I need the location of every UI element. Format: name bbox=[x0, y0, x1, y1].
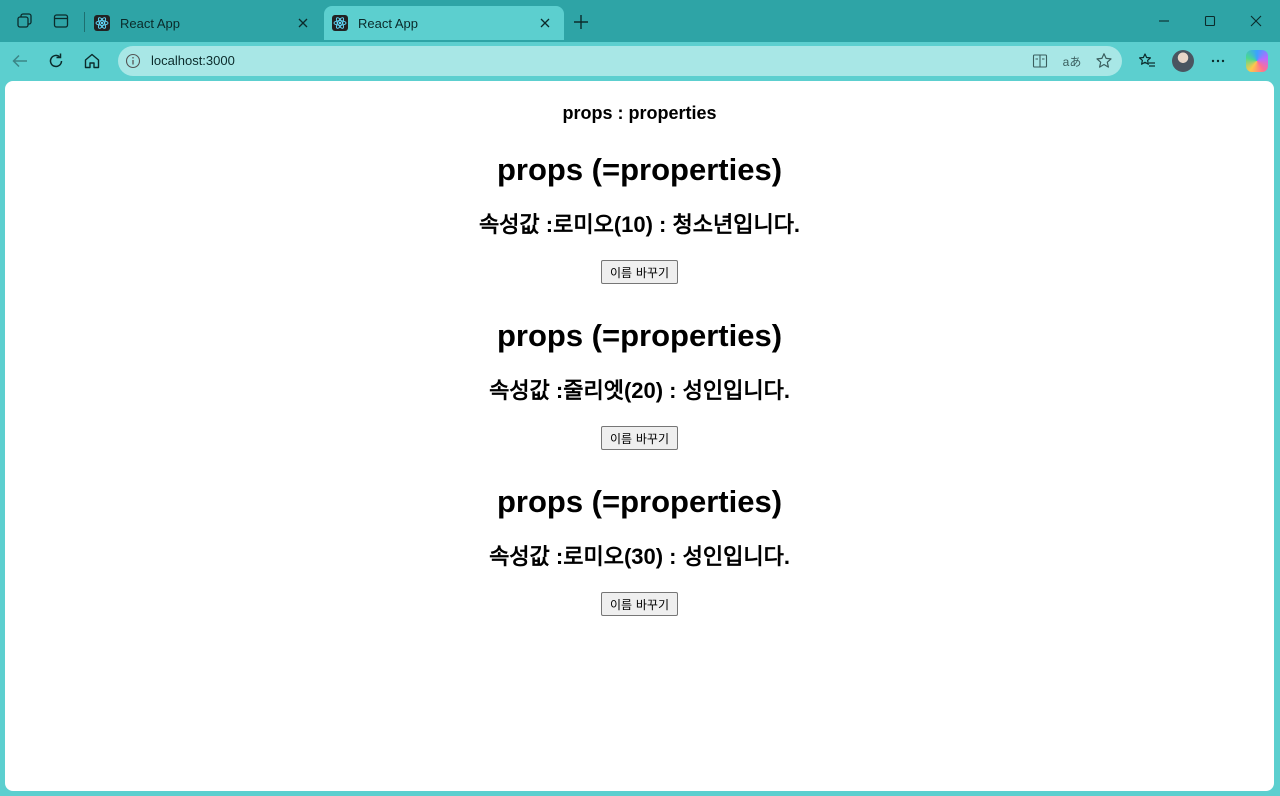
favorite-star-icon[interactable] bbox=[1094, 51, 1114, 71]
maximize-icon[interactable] bbox=[1199, 10, 1221, 32]
workspaces-icon[interactable] bbox=[15, 11, 35, 31]
read-aloud-icon[interactable]: aあ bbox=[1062, 51, 1082, 71]
tab-separator bbox=[84, 12, 85, 32]
block-subtitle: 속성값 :줄리엣(20) : 성인입니다. bbox=[489, 378, 790, 403]
profile-block: props (=properties) 속성값 :줄리엣(20) : 성인입니다… bbox=[5, 317, 1274, 450]
react-icon bbox=[94, 15, 110, 31]
address-bar[interactable]: localhost:3000 aあ bbox=[118, 46, 1122, 76]
refresh-icon[interactable] bbox=[45, 50, 67, 72]
close-icon[interactable] bbox=[536, 14, 554, 32]
react-icon bbox=[332, 15, 348, 31]
back-icon[interactable] bbox=[9, 50, 31, 72]
tab-title: React App bbox=[358, 15, 418, 31]
block-title: props (=properties) bbox=[496, 152, 783, 187]
profile-avatar[interactable] bbox=[1172, 50, 1194, 72]
block-title: props (=properties) bbox=[496, 484, 783, 519]
more-icon[interactable] bbox=[1207, 50, 1229, 72]
title-bar: React App React App bbox=[0, 0, 1280, 42]
tab-inactive[interactable]: React App bbox=[86, 6, 322, 40]
change-name-button[interactable]: 이름 바꾸기 bbox=[600, 592, 678, 616]
home-icon[interactable] bbox=[81, 50, 103, 72]
copilot-icon[interactable] bbox=[1246, 50, 1268, 72]
info-icon[interactable] bbox=[125, 53, 141, 69]
url-text[interactable]: localhost:3000 bbox=[151, 46, 235, 76]
tab-active[interactable]: React App bbox=[324, 6, 564, 40]
tab-actions-icon[interactable] bbox=[51, 11, 71, 31]
profile-block: props (=properties) 속성값 :로미오(30) : 성인입니다… bbox=[5, 483, 1274, 616]
tab-title: React App bbox=[120, 15, 180, 31]
close-icon[interactable] bbox=[1245, 10, 1267, 32]
favorites-icon[interactable] bbox=[1136, 50, 1158, 72]
block-title: props (=properties) bbox=[496, 318, 783, 353]
block-subtitle: 속성값 :로미오(10) : 청소년입니다. bbox=[478, 212, 801, 237]
browser-toolbar: localhost:3000 aあ bbox=[0, 42, 1280, 80]
page-heading: props : properties bbox=[562, 103, 717, 123]
plus-icon[interactable] bbox=[570, 11, 592, 33]
immersive-reader-icon[interactable] bbox=[1030, 51, 1050, 71]
minimize-icon[interactable] bbox=[1153, 10, 1175, 32]
change-name-button[interactable]: 이름 바꾸기 bbox=[600, 260, 678, 284]
profile-block: props (=properties) 속성값 :로미오(10) : 청소년입니… bbox=[5, 151, 1274, 284]
change-name-button[interactable]: 이름 바꾸기 bbox=[600, 426, 678, 450]
close-icon[interactable] bbox=[294, 14, 312, 32]
page-viewport: props : properties props (=properties) 속… bbox=[5, 81, 1274, 791]
block-subtitle: 속성값 :로미오(30) : 성인입니다. bbox=[489, 544, 790, 569]
